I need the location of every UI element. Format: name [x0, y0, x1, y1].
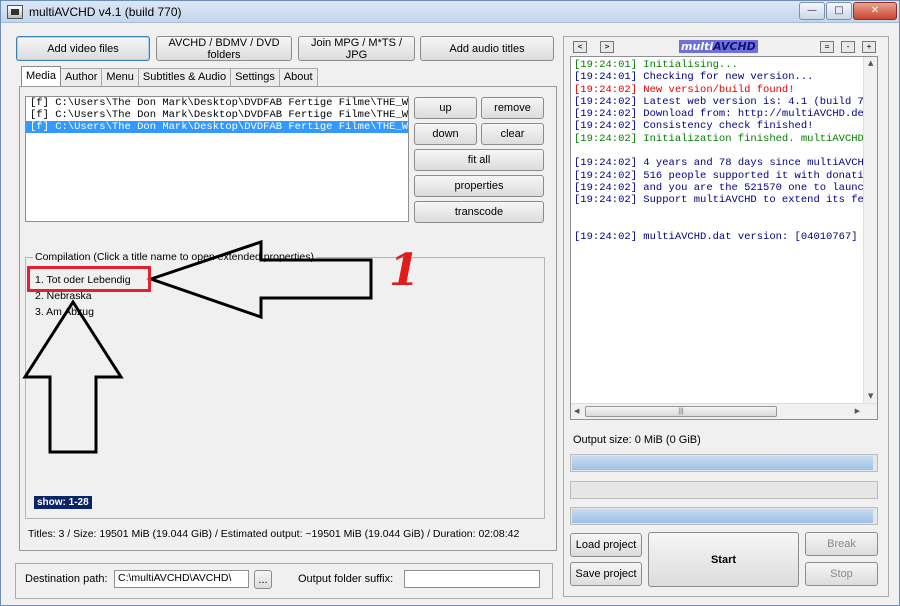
- tab-media[interactable]: Media: [21, 66, 61, 86]
- up-pointing-arrow: [22, 299, 124, 454]
- main-window: multiAVCHD v4.1 (build 770) — □ ✕ Add vi…: [0, 0, 900, 606]
- left-pointing-arrow: [146, 239, 373, 320]
- annotation-highlight-box: [27, 266, 151, 292]
- annotation-arrows: [22, 239, 373, 454]
- annotation-number: 1: [389, 245, 420, 296]
